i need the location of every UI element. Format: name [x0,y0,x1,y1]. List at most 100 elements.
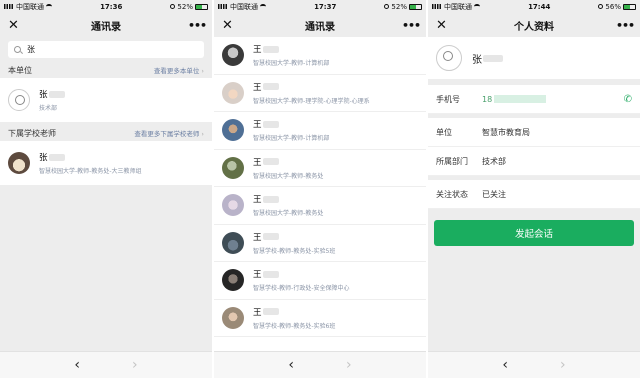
contact-item[interactable]: 张 技术部 [0,78,212,122]
contact-item[interactable]: 王 智慧校园大学-教师-理学院-心理学院-心理系 [214,74,426,112]
contact-item[interactable]: 王 智慧学校-教师-教务处-实验6班 [214,299,426,337]
avatar [436,45,462,71]
alarm-icon [170,4,176,9]
search-query: 张 [27,45,35,54]
close-button[interactable]: ✕ [436,18,452,33]
redacted-name [483,54,503,62]
forward-button[interactable]: › [560,357,566,373]
start-chat-button[interactable]: 发起会话 [434,220,634,246]
avatar [8,89,30,111]
carrier-label: 中国联通 [444,2,472,11]
follow-row: 关注状态 已关注 [428,180,640,209]
contact-dept: 智慧校园大学-教师-教务处-大三教师组 [39,168,142,175]
contact-name: 王 [253,195,262,206]
follow-label: 关注状态 [436,189,468,199]
contact-item[interactable]: 张 智慧校园大学-教师-教务处-大三教师组 [0,141,212,185]
nav-bar: ✕ 个人资料 ••• [428,13,640,37]
contact-item[interactable]: 王 智慧校园大学-教师-教务处 [214,187,426,225]
battery-icon [622,3,636,10]
redacted-name [262,158,279,166]
contact-item[interactable]: 王 智慧校园大学-教师-计算机部 [214,37,426,75]
avatar [222,231,244,254]
contact-name: 王 [253,307,262,318]
avatar [222,156,244,179]
redacted-name [48,90,65,98]
redacted-name [262,120,279,128]
contact-name: 张 [39,90,48,100]
signal-icon [218,4,228,9]
profile-screen: 中国联通 17:44 56% ✕ 个人资料 ••• 张 手机号 18 ✆ 单位 … [428,0,640,378]
contact-list-screen: 中国联通 17:37 52% ✕ 通讯录 ••• 王 智慧校园大学-教师-计算机… [214,0,426,378]
forward-button[interactable]: › [346,357,352,373]
redacted-name [262,83,279,91]
bottom-nav-bar: ‹ › [0,351,212,378]
avatar [222,269,244,292]
alarm-icon [598,4,604,9]
back-button[interactable]: ‹ [288,357,294,373]
phone-label: 手机号 [436,94,460,104]
redacted-name [48,153,65,161]
section-header-school-teachers: 下属学校老师 查看更多下属学校老师 › [0,125,212,141]
more-options-button[interactable]: ••• [616,19,635,32]
battery-percent: 52% [391,2,407,11]
redacted-name [262,308,279,316]
profile-name: 张 [472,54,482,66]
unit-label: 单位 [436,127,452,137]
contact-name: 王 [253,157,262,168]
section-title: 下属学校老师 [8,128,56,138]
contact-name: 王 [253,45,262,56]
unit-value: 智慧市教育局 [482,127,530,137]
carrier-label: 中国联通 [230,2,258,11]
avatar [222,194,244,217]
forward-button[interactable]: › [132,357,138,373]
bottom-nav-bar: ‹ › [428,351,640,378]
avatar [222,119,244,142]
phone-call-icon[interactable]: ✆ [624,94,632,105]
page-title: 个人资料 [514,21,554,33]
view-more-link[interactable]: 查看更多本单位 › [154,65,204,75]
redacted-phone [494,95,547,103]
back-button[interactable]: ‹ [74,357,80,373]
status-time: 17:36 [100,2,123,11]
dept-row: 所属部门 技术部 [428,147,640,176]
search-results-screen: 中国联通 17:36 52% ✕ 通讯录 ••• 张 本单位 查看更多本单位 › [0,0,212,378]
avatar [222,81,244,104]
status-bar: 中国联通 17:37 52% [214,0,426,13]
carrier-label: 中国联通 [16,2,44,11]
avatar [222,306,244,329]
status-bar: 中国联通 17:36 52% [0,0,212,13]
page-title: 通讯录 [305,21,335,33]
phone-row[interactable]: 手机号 18 ✆ [428,85,640,114]
section-title: 本单位 [8,65,32,75]
contact-item[interactable]: 王 智慧学校-教师-行政处-安全保障中心 [214,262,426,300]
contact-dept: 技术部 [39,105,58,112]
bottom-nav-bar: ‹ › [214,351,426,378]
close-button[interactable]: ✕ [222,18,238,33]
unit-row: 单位 智慧市教育局 [428,118,640,147]
more-options-button[interactable]: ••• [402,19,421,32]
search-input[interactable]: 张 [8,41,204,58]
back-button[interactable]: ‹ [502,357,508,373]
contact-item[interactable]: 王 智慧学校-教师-教务处-实验5班 [214,224,426,262]
phone-value: 18 [482,94,493,104]
redacted-name [262,233,279,241]
contact-name: 王 [253,120,262,131]
more-options-button[interactable]: ••• [188,19,207,32]
status-time: 17:44 [528,2,551,11]
page-title: 通讯录 [91,21,121,33]
contact-item[interactable]: 王 智慧校园大学-教师-计算机部 [214,112,426,150]
wifi-icon [474,4,480,9]
signal-icon [432,4,442,9]
view-more-link[interactable]: 查看更多下属学校老师 › [134,128,204,138]
battery-icon [194,3,208,10]
contact-dept: 智慧校园大学-教师-教务处 [253,210,324,218]
chevron-right-icon: › [201,67,204,75]
close-button[interactable]: ✕ [8,18,24,33]
redacted-name [262,45,279,53]
alarm-icon [384,4,390,9]
contact-name: 王 [253,232,262,243]
signal-icon [4,4,14,9]
contact-item[interactable]: 王 智慧校园大学-教师-教务处 [214,149,426,187]
status-bar: 中国联通 17:44 56% [428,0,640,13]
contact-dept: 智慧校园大学-教师-计算机部 [253,135,330,143]
